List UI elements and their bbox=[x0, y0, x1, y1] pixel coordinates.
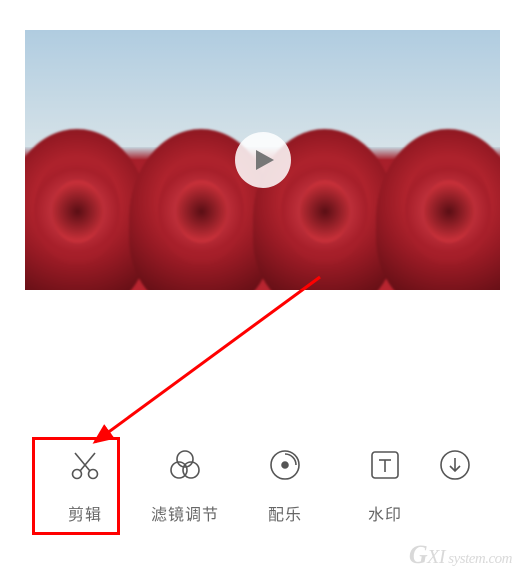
tool-filter[interactable]: 滤镜调节 bbox=[135, 443, 235, 525]
watermark-text: GXI system.com bbox=[409, 540, 512, 570]
callout-arrow bbox=[85, 272, 325, 447]
tool-watermark-label: 水印 bbox=[368, 501, 402, 525]
filter-rings-icon bbox=[167, 447, 203, 483]
tool-filter-label: 滤镜调节 bbox=[151, 501, 219, 525]
download-icon bbox=[438, 448, 472, 482]
toolbar: 剪辑 滤镜调节 配乐 水印 bbox=[20, 443, 520, 525]
tool-music[interactable]: 配乐 bbox=[235, 443, 335, 525]
tool-edit-label: 剪辑 bbox=[68, 501, 102, 525]
music-disc-icon bbox=[267, 447, 303, 483]
play-icon bbox=[254, 148, 276, 172]
play-button[interactable] bbox=[235, 132, 291, 188]
tool-edit[interactable]: 剪辑 bbox=[35, 443, 135, 525]
video-preview[interactable] bbox=[25, 30, 500, 290]
preview-sky bbox=[25, 30, 500, 147]
tool-music-label: 配乐 bbox=[268, 501, 302, 525]
scissors-icon bbox=[67, 447, 103, 483]
tool-watermark[interactable]: 水印 bbox=[335, 443, 435, 525]
tool-download[interactable] bbox=[435, 443, 475, 501]
text-icon bbox=[368, 448, 402, 482]
